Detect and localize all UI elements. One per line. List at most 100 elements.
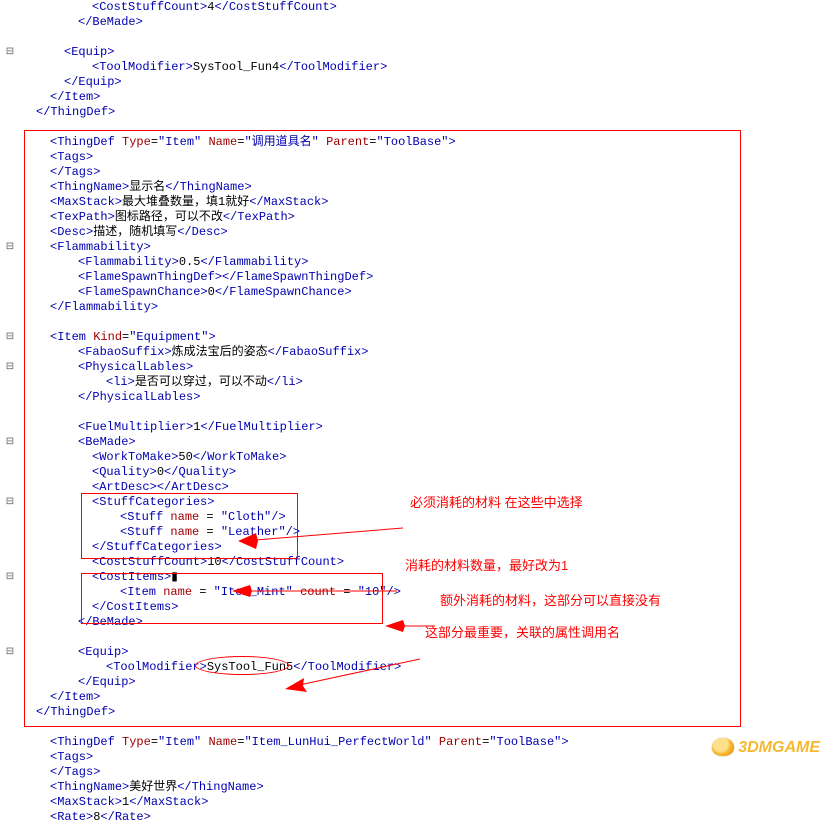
fold-indicator[interactable] [0,780,20,795]
code-line [22,30,569,45]
fold-indicator[interactable] [0,135,20,150]
code-line: <Item Kind="Equipment"> [22,330,569,345]
code-line: </Tags> [22,165,569,180]
arrow-4 [285,626,425,708]
fold-indicator[interactable] [0,720,20,735]
fold-indicator[interactable] [0,510,20,525]
code-line: <CostStuffCount>4</CostStuffCount> [22,0,569,15]
fold-indicator[interactable] [0,0,20,15]
code-line: <ThingName>美好世界</ThingName> [22,780,569,795]
code-line: <Tags> [22,750,569,765]
code-line: <TexPath>图标路径，可以不改</TexPath> [22,210,569,225]
fold-indicator[interactable] [0,300,20,315]
code-line [22,405,569,420]
fold-indicator[interactable] [0,615,20,630]
code-line: <Flammability>0.5</Flammability> [22,255,569,270]
fold-indicator[interactable] [0,450,20,465]
code-line: </Flammability> [22,300,569,315]
fold-indicator[interactable] [0,75,20,90]
code-line: <li>是否可以穿过，可以不动</li> [22,375,569,390]
fold-indicator[interactable] [0,195,20,210]
fold-indicator[interactable]: ⊟ [0,45,20,60]
fold-indicator[interactable] [0,165,20,180]
code-line: </Tags> [22,765,569,780]
fold-indicator[interactable] [0,30,20,45]
fold-indicator[interactable] [0,315,20,330]
code-line: <FuelMultiplier>1</FuelMultiplier> [22,420,569,435]
code-line: <MaxStack>最大堆叠数量，填1就好</MaxStack> [22,195,569,210]
code-line: </ThingDef> [22,105,569,120]
fold-indicator[interactable] [0,795,20,810]
fold-indicator[interactable] [0,375,20,390]
fold-indicator[interactable] [0,225,20,240]
fold-indicator[interactable] [0,735,20,750]
fold-indicator[interactable] [0,120,20,135]
fold-indicator[interactable]: ⊟ [0,570,20,585]
fold-indicator[interactable]: ⊟ [0,330,20,345]
code-line: <BeMade> [22,435,569,450]
fold-indicator[interactable] [0,585,20,600]
code-line: <FlameSpawnChance>0</FlameSpawnChance> [22,285,569,300]
code-line: </Item> [22,90,569,105]
code-line: <FlameSpawnThingDef></FlameSpawnThingDef… [22,270,569,285]
fold-indicator[interactable] [0,810,20,825]
code-line: </BeMade> [22,15,569,30]
fold-indicator[interactable] [0,345,20,360]
watermark: 3DMGAME [703,720,820,757]
fold-indicator[interactable] [0,390,20,405]
fold-indicator[interactable] [0,420,20,435]
fold-indicator[interactable] [0,105,20,120]
fold-indicator[interactable] [0,765,20,780]
fold-indicator[interactable]: ⊟ [0,645,20,660]
code-line: <Desc>描述，随机填写</Desc> [22,225,569,240]
fold-indicator[interactable] [0,630,20,645]
arrow-2 [232,556,402,612]
code-line: <Quality>0</Quality> [22,465,569,480]
fold-indicator[interactable] [0,555,20,570]
fold-indicator[interactable] [0,210,20,225]
fold-indicator[interactable] [0,90,20,105]
code-line: <Rate>8</Rate> [22,810,569,825]
fold-indicator[interactable] [0,600,20,615]
fold-indicator[interactable] [0,405,20,420]
code-line: <FabaoSuffix>炼成法宝后的姿态</FabaoSuffix> [22,345,569,360]
fold-indicator[interactable] [0,465,20,480]
fold-indicator[interactable] [0,690,20,705]
annotation-4: 这部分最重要，关联的属性调用名 [425,622,620,641]
fold-indicator[interactable] [0,180,20,195]
code-line: <ThingDef Type="Item" Name="调用道具名" Paren… [22,135,569,150]
annotation-2: 消耗的材料数量，最好改为1 [405,555,568,574]
fold-indicator[interactable] [0,480,20,495]
fold-indicator[interactable] [0,60,20,75]
code-line: <ThingDef Type="Item" Name="Item_LunHui_… [22,735,569,750]
code-line: </Equip> [22,75,569,90]
code-line: <ToolModifier>SysTool_Fun4</ToolModifier… [22,60,569,75]
fold-indicator[interactable] [0,15,20,30]
fold-indicator[interactable] [0,270,20,285]
watermark-icon [712,738,734,756]
fold-indicator[interactable]: ⊟ [0,240,20,255]
fold-indicator[interactable]: ⊟ [0,435,20,450]
fold-indicator[interactable] [0,705,20,720]
code-line: </PhysicalLables> [22,390,569,405]
code-line [22,120,569,135]
fold-indicator[interactable] [0,525,20,540]
fold-indicator[interactable] [0,255,20,270]
code-line: <Tags> [22,150,569,165]
code-line: <PhysicalLables> [22,360,569,375]
fold-indicator[interactable]: ⊟ [0,360,20,375]
annotation-3: 额外消耗的材料，这部分可以直接没有 [440,590,661,609]
fold-indicator[interactable]: ⊟ [0,495,20,510]
annotation-1: 必须消耗的材料 在这些中选择 [410,492,583,511]
code-line: <Flammability> [22,240,569,255]
fold-indicator[interactable] [0,540,20,555]
fold-indicator[interactable] [0,150,20,165]
code-line: <WorkToMake>50</WorkToMake> [22,450,569,465]
fold-indicator[interactable] [0,660,20,675]
fold-indicator[interactable] [0,750,20,765]
fold-indicator[interactable] [0,675,20,690]
fold-indicator[interactable] [0,285,20,300]
code-line: <Equip> [22,45,569,60]
code-line [22,315,569,330]
code-line: <MaxStack>1</MaxStack> [22,795,569,810]
